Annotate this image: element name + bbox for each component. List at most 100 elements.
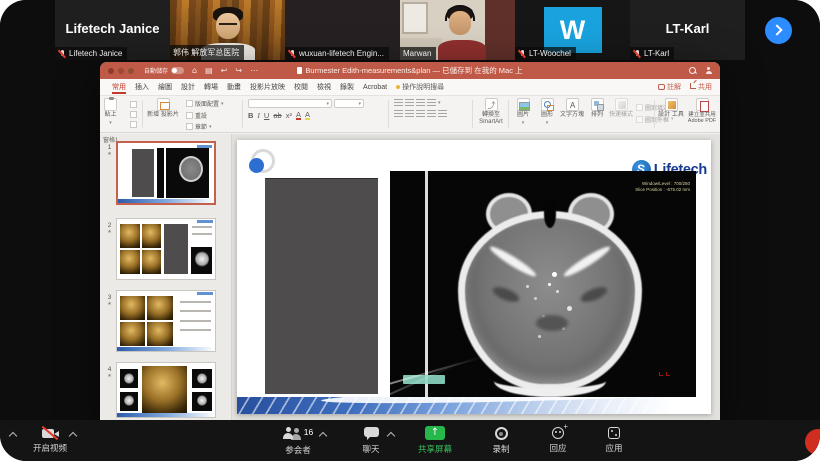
ct-frontal-sinus [544, 201, 556, 228]
fullscreen-button[interactable] [128, 68, 134, 74]
participants-button[interactable]: 16 参会者 [270, 426, 326, 456]
powerpoint-window: 自動儲存 ⌂ ▤ ↩ ↪ ⋯ Burmester Edith-measureme… [100, 62, 720, 420]
font-color-button[interactable]: A [296, 111, 301, 121]
tab-insert[interactable]: 插入 [135, 82, 149, 92]
align-left-icon[interactable] [394, 110, 403, 118]
apps-button[interactable]: 应用 [586, 426, 642, 454]
comments-button[interactable]: 註解 [658, 82, 681, 92]
participant-label: Marwan [400, 47, 436, 60]
underline-button[interactable]: U [264, 111, 269, 120]
account-icon[interactable] [705, 67, 712, 74]
reset-button[interactable]: 重設 [186, 111, 207, 120]
room-door [485, 0, 515, 60]
ct-occipital-bone [494, 365, 606, 397]
align-right-icon[interactable] [416, 110, 425, 118]
line-spacing-icon[interactable] [427, 99, 436, 107]
cut-icon[interactable] [130, 101, 137, 108]
quick-styles-button[interactable]: 快速樣式 [608, 98, 634, 119]
autosave-toggle[interactable]: 自動儲存 [144, 66, 184, 75]
tab-record[interactable]: 錄製 [340, 82, 354, 92]
superscript-button[interactable]: x² [286, 111, 292, 120]
tab-view[interactable]: 檢視 [317, 82, 331, 92]
section-button[interactable]: 章節▾ [186, 122, 212, 131]
thumb-angio [142, 366, 187, 414]
video-tile-lt-woochel[interactable]: W LT-Woochel [515, 0, 630, 60]
smartart-button[interactable]: 轉換至 SmartArt [476, 98, 506, 125]
help-search[interactable]: 操作說明搜尋 [396, 82, 444, 92]
arrange-icon [591, 98, 604, 111]
shapes-button[interactable]: 圖形▾ [536, 98, 558, 126]
avatar-letter: W [560, 15, 585, 46]
justify-icon[interactable] [427, 110, 436, 118]
italic-button[interactable]: I [257, 111, 260, 120]
tab-home[interactable]: 常用 [112, 82, 126, 92]
bullets-icon[interactable] [394, 99, 403, 107]
textbox-button[interactable]: 文字方塊 [558, 98, 586, 119]
video-tile-lt-karl[interactable]: LT-Karl LT-Karl [630, 0, 745, 60]
clipboard-mini-buttons [130, 101, 137, 128]
document-title: Burmester Edith-measurements&plan — 已儲存到… [220, 65, 600, 76]
tab-animations[interactable]: 動畫 [227, 82, 241, 92]
participant-name-text: 郭伟 解放军总医院 [173, 47, 239, 58]
columns-icon[interactable] [438, 110, 447, 118]
minimize-button[interactable] [118, 68, 124, 74]
slide-canvas[interactable]: Lifetech [237, 140, 711, 414]
record-label: 录制 [492, 443, 509, 455]
titlebar[interactable]: 自動儲存 ⌂ ▤ ↩ ↪ ⋯ Burmester Edith-measureme… [100, 62, 720, 79]
share-button[interactable]: 共用 [690, 82, 712, 92]
tab-review[interactable]: 校閱 [294, 82, 308, 92]
tab-draw[interactable]: 繪圖 [158, 82, 172, 92]
indent-icon[interactable] [416, 99, 425, 107]
align-center-icon[interactable] [405, 110, 414, 118]
apps-icon [608, 427, 620, 439]
slide-thumbnail-3[interactable] [116, 290, 216, 352]
slide-number: 1 ★ [105, 144, 114, 157]
tab-acrobat[interactable]: Acrobat [363, 84, 387, 91]
textbox-icon [566, 98, 579, 111]
home-icon[interactable]: ⌂ [192, 67, 197, 75]
adobe-pdf-button[interactable]: 建立並共用 Adobe PDF [686, 98, 718, 124]
font-name-select[interactable] [248, 99, 332, 108]
mute-options-chevron[interactable] [9, 432, 17, 440]
paste-button[interactable]: 貼上 ▾ [104, 98, 117, 126]
thumb-angio [120, 296, 145, 320]
record-button[interactable]: 录制 [473, 426, 529, 455]
comment-icon [658, 84, 665, 90]
highlight-button[interactable]: A [305, 111, 310, 121]
layout-button[interactable]: 版面配置▾ [186, 99, 224, 108]
design-ideas-button[interactable]: 設計 工具 [658, 98, 684, 119]
share-screen-button[interactable]: ↑ 共享屏幕 [407, 426, 463, 455]
chat-label: 聊天 [362, 443, 379, 455]
slide-thumbnail-2[interactable] [116, 218, 216, 280]
thumb-ct-image [192, 369, 212, 387]
video-tile-wuxuan[interactable]: wuxuan-lifetech Engin... [285, 0, 400, 60]
numbering-icon[interactable] [405, 99, 414, 107]
video-tile-guowei[interactable]: 郭伟 解放军总医院 [170, 0, 285, 60]
tab-transitions[interactable]: 轉場 [204, 82, 218, 92]
reactions-button[interactable]: 回应 [530, 426, 586, 454]
leave-button[interactable] [805, 429, 820, 455]
save-icon[interactable]: ▤ [205, 67, 213, 75]
video-tile-lifetech-janice[interactable]: Lifetech Janice Lifetech Janice [55, 0, 170, 60]
copy-icon[interactable] [130, 111, 137, 118]
search-icon[interactable] [689, 67, 697, 75]
video-tile-marwan[interactable]: Marwan [400, 0, 515, 60]
thumb-angio [120, 224, 140, 248]
format-painter-icon[interactable] [130, 121, 137, 128]
next-videos-button[interactable] [765, 17, 792, 44]
font-size-select[interactable] [334, 99, 364, 108]
close-button[interactable] [108, 68, 114, 74]
start-video-button[interactable]: 开启视频 [22, 426, 78, 454]
mic-muted-icon [518, 49, 526, 58]
slide-thumbnail-4[interactable] [116, 362, 216, 418]
picture-button[interactable]: 圖片▾ [512, 98, 534, 126]
ct-brain-slice [450, 193, 650, 397]
slide-thumbnail-1[interactable] [116, 141, 216, 205]
arrange-button[interactable]: 排列 [586, 98, 608, 119]
tab-slideshow[interactable]: 投影片放映 [250, 82, 285, 92]
strikethrough-button[interactable]: ab [273, 111, 281, 120]
tab-design[interactable]: 設計 [181, 82, 195, 92]
bold-button[interactable]: B [248, 111, 253, 120]
lightbulb-icon [396, 85, 400, 89]
new-slide-button[interactable]: 新增 投影片 [146, 98, 180, 119]
